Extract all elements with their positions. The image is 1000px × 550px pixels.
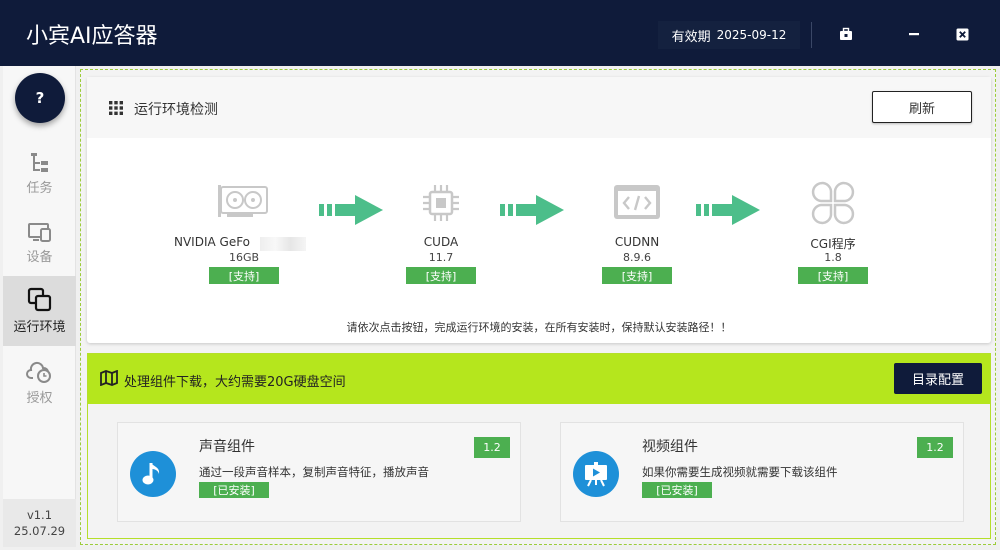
env-stage-version: 11.7 <box>428 251 454 264</box>
env-stage-status: [支持] <box>209 267 279 284</box>
env-stage-cudnn[interactable]: CUDNN 8.9.6 [支持] <box>567 179 707 284</box>
minimize-button[interactable] <box>901 22 927 46</box>
sidebar-item-label: 运行环境 <box>13 320 66 335</box>
env-panel-header: 运行环境检测 刷新 <box>87 77 991 138</box>
env-stage-name: CUDNN <box>614 235 660 249</box>
component-description: 通过一段声音样本，复制声音特征，播放声音 <box>199 465 429 479</box>
grid-icon <box>109 101 123 115</box>
download-panel-header: 处理组件下载，大约需要20G硬盘空间 目录配置 <box>88 354 990 404</box>
env-stage-version: 8.9.6 <box>623 251 651 264</box>
env-stage-cgi[interactable]: CGI程序 1.8 [支持] <box>763 179 903 284</box>
map-icon <box>100 370 118 386</box>
toolbox-button[interactable] <box>833 22 859 46</box>
component-card-audio[interactable]: 声音组件 通过一段声音样本，复制声音特征，播放声音 [已安装] 1.2 <box>117 422 521 522</box>
clover-icon <box>810 179 856 227</box>
directory-config-button[interactable]: 目录配置 <box>894 363 982 394</box>
music-note-icon <box>130 451 176 497</box>
redacted-patch <box>260 237 306 251</box>
env-stage-gpu[interactable]: NVIDIA GeFo 16GB [支持] <box>174 179 314 284</box>
expiry-date: 2025-09-12 <box>716 28 787 42</box>
component-version: 1.2 <box>474 437 510 458</box>
component-name: 视频组件 <box>642 439 698 455</box>
code-window-icon <box>612 179 662 227</box>
runtime-env-icon <box>27 287 51 312</box>
env-stage-cuda[interactable]: CUDA 11.7 [支持] <box>371 179 511 284</box>
env-stage-name: CGI程序 <box>810 237 856 251</box>
component-status: [已安装] <box>199 482 269 498</box>
titlebar-divider <box>811 22 812 48</box>
component-name: 声音组件 <box>199 439 255 455</box>
env-stage-status: [支持] <box>798 267 868 284</box>
gpu-icon <box>217 179 271 227</box>
sidebar: ? 任务 设备 运行环境 授权 v1.1 25.07.29 <box>3 66 76 547</box>
env-stage-status: [支持] <box>406 267 476 284</box>
chip-icon <box>420 179 462 227</box>
task-tree-icon <box>30 153 48 172</box>
sidebar-item-tasks[interactable]: 任务 <box>3 138 76 208</box>
flow-arrow-icon <box>696 195 760 225</box>
title-bar: 小宾AI应答器 有效期 2025-09-12 <box>0 0 1000 66</box>
sidebar-item-runtime-env[interactable]: 运行环境 <box>3 276 76 346</box>
component-download-panel: 处理组件下载，大约需要20G硬盘空间 目录配置 声音组件 通过一段声音样本，复制… <box>87 353 991 539</box>
video-presentation-icon <box>573 451 619 497</box>
flow-arrow-icon <box>500 195 564 225</box>
sidebar-item-label: 授权 <box>26 391 53 406</box>
close-icon <box>956 28 968 40</box>
main-content: 运行环境检测 刷新 NVIDIA GeFo 16GB [支持] CUDA 11.… <box>80 69 996 545</box>
env-panel-title: 运行环境检测 <box>134 102 218 118</box>
env-install-hint: 请依次点击按钮，完成运行环境的安装，在所有安装时，保持默认安装路径！！ <box>346 321 732 334</box>
expiry-badge: 有效期 2025-09-12 <box>658 21 800 49</box>
env-stage-version: 16GB <box>228 251 260 264</box>
env-stage-status: [支持] <box>602 267 672 284</box>
sidebar-item-license[interactable]: 授权 <box>3 348 76 418</box>
cloud-clock-icon <box>25 361 51 383</box>
expiry-label: 有效期 <box>671 29 711 45</box>
version-info: v1.1 25.07.29 <box>3 499 76 547</box>
minimize-icon <box>909 33 919 36</box>
sidebar-item-label: 任务 <box>26 181 53 196</box>
sidebar-item-devices[interactable]: 设备 <box>3 208 76 278</box>
component-description: 如果你需要生成视频就需要下载该组件 <box>642 465 838 479</box>
toolbox-icon <box>840 27 852 40</box>
env-stage-name: CUDA <box>423 235 459 249</box>
app-title: 小宾AI应答器 <box>26 24 158 49</box>
device-icon <box>27 223 51 242</box>
download-panel-title: 处理组件下载，大约需要20G硬盘空间 <box>124 375 346 390</box>
component-card-video[interactable]: 视频组件 如果你需要生成视频就需要下载该组件 [已安装] 1.2 <box>560 422 964 522</box>
sidebar-item-label: 设备 <box>26 250 53 265</box>
env-stage-version: 1.8 <box>824 251 842 264</box>
refresh-button[interactable]: 刷新 <box>872 91 972 123</box>
env-stage-name: NVIDIA GeFo <box>174 235 251 249</box>
version-number: v1.1 <box>26 508 53 522</box>
build-date: 25.07.29 <box>13 524 66 538</box>
component-status: [已安装] <box>642 482 712 498</box>
help-button[interactable]: ? <box>15 73 65 123</box>
component-version: 1.2 <box>917 437 953 458</box>
env-check-panel: 运行环境检测 刷新 NVIDIA GeFo 16GB [支持] CUDA 11.… <box>87 77 991 343</box>
close-button[interactable] <box>949 22 975 46</box>
